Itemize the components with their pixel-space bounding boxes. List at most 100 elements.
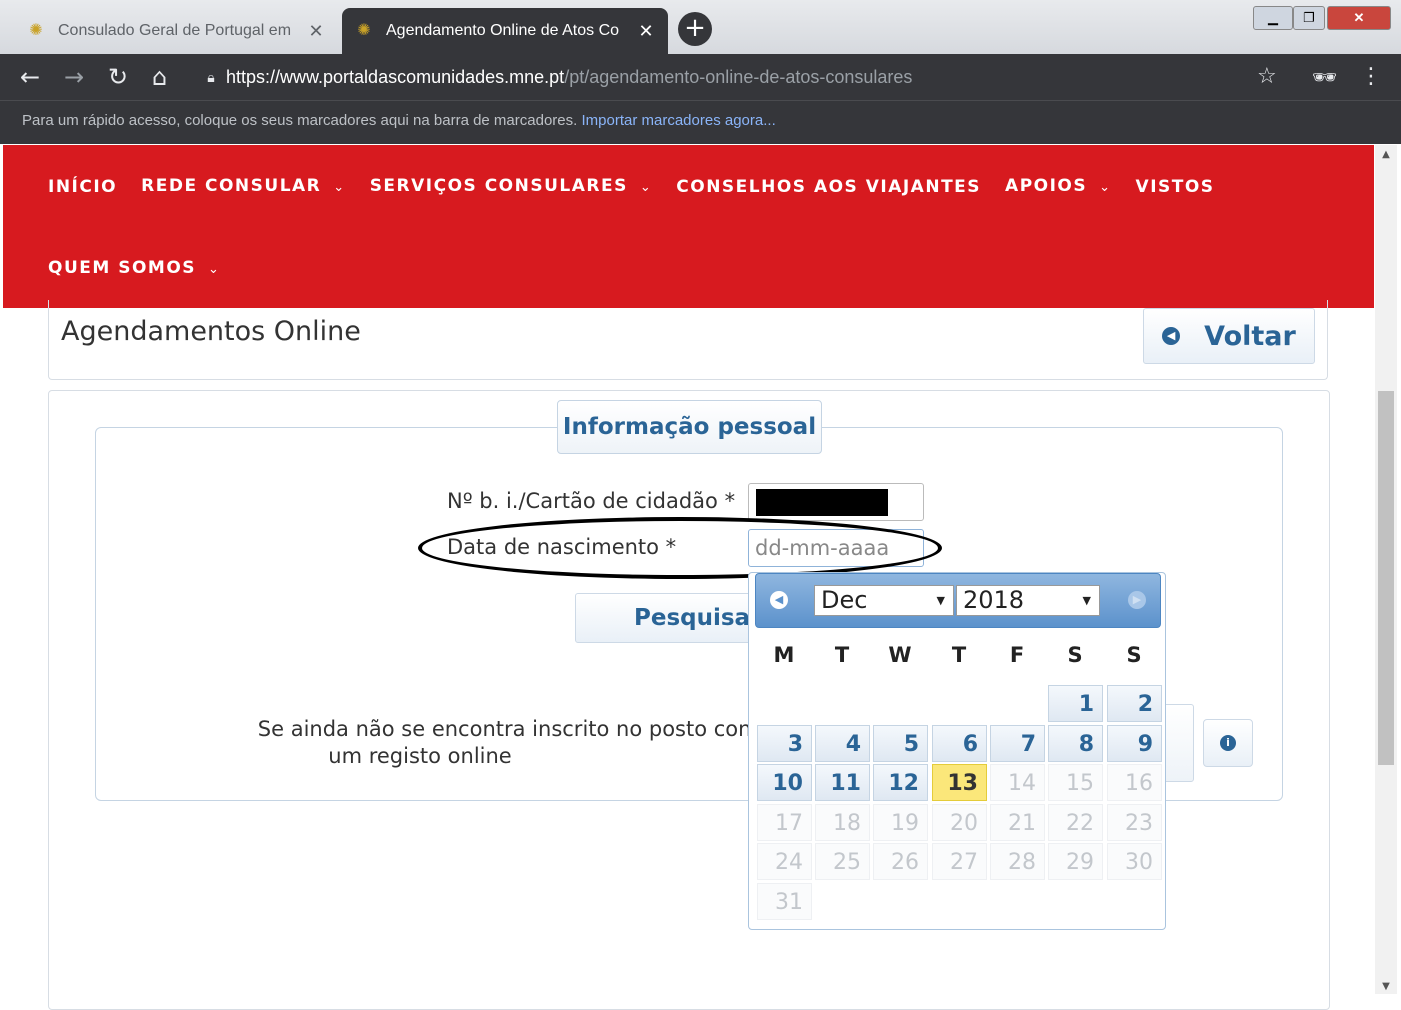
redacted-value	[756, 489, 888, 516]
tab-title: Agendamento Online de Atos Co	[386, 22, 620, 39]
home-icon[interactable]: ⌂	[152, 62, 167, 92]
id-number-label: Nº b. i./Cartão de cidadão *	[447, 489, 736, 513]
nav-label: CONSELHOS AOS VIAJANTES	[676, 177, 982, 197]
datepicker-header: ◀ Dec ▼ 2018 ▼ ▶	[755, 573, 1161, 628]
month-select[interactable]: Dec ▼	[814, 585, 954, 616]
nav-item-servicos-consulares[interactable]: SERVIÇOS CONSULARES ⌄	[370, 171, 653, 203]
close-tab-icon[interactable]: ✕	[636, 21, 656, 42]
scroll-up-icon[interactable]: ▲	[1375, 149, 1397, 160]
page-title: Agendamentos Online	[61, 316, 361, 347]
calendar-day[interactable]: 10	[757, 764, 812, 801]
nav-item-quem-somos[interactable]: QUEM SOMOS ⌄	[48, 253, 220, 285]
calendar-day: 22	[1048, 803, 1103, 841]
calendar-day[interactable]: 2	[1107, 685, 1162, 722]
calendar-day: 25	[815, 843, 870, 880]
weekday-header: F	[1009, 643, 1025, 667]
browser-tab-agendamento[interactable]: ✺ Agendamento Online de Atos Co ✕	[342, 8, 668, 54]
weekday-header: S	[1067, 643, 1083, 667]
page-header-panel: Agendamentos Online ◀ Voltar	[48, 300, 1328, 380]
calendar-day[interactable]: 13	[932, 764, 987, 801]
calendar-day[interactable]: 12	[873, 764, 928, 801]
back-button-label: Voltar	[1204, 320, 1296, 352]
nav-item-vistos[interactable]: VISTOS	[1136, 172, 1215, 202]
nav-item-inicio[interactable]: INÍCIO	[48, 172, 117, 202]
info-button[interactable]: i	[1203, 719, 1253, 767]
kebab-menu-icon[interactable]: ⋮	[1360, 62, 1382, 92]
nav-item-conselhos-aos-viajantes[interactable]: CONSELHOS AOS VIAJANTES	[676, 172, 981, 202]
calendar-day: 14	[990, 764, 1045, 801]
nav-label: REDE CONSULAR	[141, 176, 322, 196]
page-scrollbar[interactable]: ▲ ▼	[1375, 145, 1397, 994]
calendar-day: 26	[873, 843, 928, 880]
weekday-header: M	[773, 643, 795, 667]
close-tab-icon[interactable]: ✕	[306, 21, 326, 42]
calendar-day: 18	[815, 803, 870, 841]
calendar-day: 16	[1107, 764, 1162, 801]
chevron-down-icon: ⌄	[1099, 180, 1112, 195]
calendar-day: 23	[1107, 803, 1162, 841]
nav-row: QUEM SOMOS ⌄	[48, 253, 244, 285]
section-title: Informação pessoal	[557, 400, 822, 454]
scrollbar-thumb[interactable]	[1378, 391, 1394, 765]
scroll-down-icon[interactable]: ▼	[1375, 981, 1397, 992]
nav-item-apoios[interactable]: APOIOS ⌄	[1005, 171, 1112, 203]
weekday-header: T	[834, 643, 850, 667]
dropdown-arrow-icon: ▼	[936, 594, 945, 607]
star-icon[interactable]: ☆	[1257, 62, 1277, 92]
nav-label: VISTOS	[1135, 177, 1215, 197]
calendar-day: 15	[1048, 764, 1103, 801]
next-month-icon[interactable]: ▶	[1128, 591, 1146, 609]
portugal-crest-icon: ✺	[29, 22, 43, 39]
close-window-button[interactable]: ✕	[1327, 6, 1391, 30]
reload-icon[interactable]: ↻	[108, 62, 128, 92]
calendar-day: 28	[990, 843, 1045, 880]
search-button[interactable]: Pesquisar	[575, 593, 775, 643]
tab-title: Consulado Geral de Portugal em	[58, 22, 292, 39]
id-number-input[interactable]	[748, 483, 924, 521]
weekday-header: W	[888, 643, 912, 667]
lock-icon: 🔒︎	[207, 68, 215, 85]
bookmarks-bar: Para um rápido acesso, coloque os seus m…	[0, 100, 1401, 144]
highlight-ellipse	[418, 517, 942, 579]
minimize-window-button[interactable]: ▁	[1253, 6, 1293, 30]
import-bookmarks-link[interactable]: Importar marcadores agora...	[581, 112, 775, 129]
calendar-day[interactable]: 1	[1048, 685, 1103, 722]
nav-label: QUEM SOMOS	[48, 258, 197, 278]
browser-toolbar: ← → ↻ ⌂ 🔒︎ https://www.portaldascomunida…	[0, 54, 1401, 100]
prev-month-icon[interactable]: ◀	[770, 591, 788, 609]
calendar-day: 21	[990, 803, 1045, 841]
nav-label: SERVIÇOS CONSULARES	[369, 176, 628, 196]
month-value: Dec	[821, 586, 868, 614]
year-value: 2018	[963, 586, 1025, 614]
calendar-day: 31	[757, 882, 812, 920]
maximize-window-button[interactable]: ❐	[1293, 6, 1325, 30]
arrow-right-icon[interactable]: →	[64, 62, 84, 92]
address-bar[interactable]: 🔒︎ https://www.portaldascomunidades.mne.…	[196, 60, 1296, 94]
chevron-down-icon: ⌄	[333, 180, 346, 195]
calendar-day[interactable]: 6	[932, 724, 987, 762]
calendar-day[interactable]: 5	[873, 724, 928, 762]
calendar-day: 29	[1048, 843, 1103, 880]
back-button[interactable]: ◀ Voltar	[1143, 308, 1315, 364]
browser-tab-strip: ✺ Consulado Geral de Portugal em ✕ ✺ Age…	[0, 0, 1401, 54]
calendar-day: 27	[932, 843, 987, 880]
calendar-day[interactable]: 11	[815, 764, 870, 801]
nav-label: INÍCIO	[48, 177, 118, 197]
year-select[interactable]: 2018 ▼	[956, 585, 1100, 616]
circle-arrow-left-icon: ◀	[1162, 327, 1181, 345]
calendar-day[interactable]: 7	[990, 724, 1045, 762]
calendar-day[interactable]: 8	[1048, 724, 1103, 762]
nav-item-rede-consular[interactable]: REDE CONSULAR ⌄	[141, 171, 346, 203]
calendar-day[interactable]: 4	[815, 724, 870, 762]
calendar-day: 30	[1107, 843, 1162, 880]
incognito-icon[interactable]: 🕶︎	[1312, 62, 1337, 92]
calendar-day[interactable]: 9	[1107, 724, 1162, 762]
calendar-day[interactable]: 3	[757, 724, 812, 762]
browser-tab-consulado[interactable]: ✺ Consulado Geral de Portugal em ✕	[14, 8, 338, 54]
chevron-down-icon: ⌄	[639, 180, 653, 195]
portugal-crest-icon: ✺	[357, 22, 371, 39]
arrow-left-icon[interactable]: ←	[20, 62, 40, 92]
site-navigation: INÍCIO REDE CONSULAR ⌄ SERVIÇOS CONSULARE…	[3, 145, 1374, 308]
new-tab-button[interactable]: +	[678, 12, 712, 46]
url-path: /pt/agendamento-online-de-atos-consulare…	[564, 66, 913, 87]
